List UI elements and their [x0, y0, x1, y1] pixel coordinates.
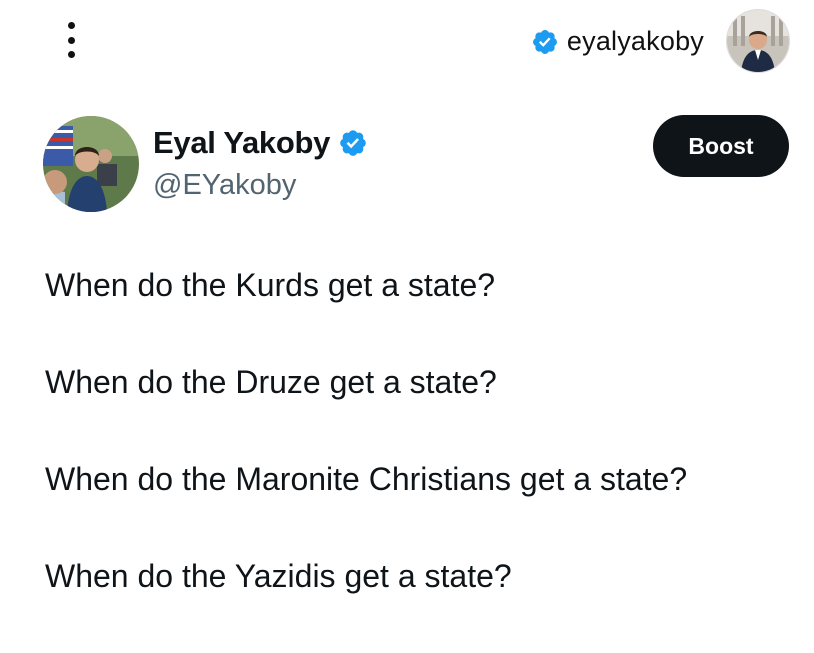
author-avatar[interactable] [43, 116, 139, 212]
menu-dot [67, 36, 75, 44]
boost-button[interactable]: Boost [653, 115, 789, 177]
author-name[interactable]: Eyal Yakoby [153, 125, 330, 161]
menu-dot [67, 22, 75, 29]
profile-avatar[interactable] [726, 9, 790, 73]
more-options-icon[interactable] [56, 18, 86, 62]
author-handle[interactable]: @EYakoby [153, 169, 368, 202]
account-indicator[interactable]: eyalyakoby [531, 26, 704, 57]
account-username: eyalyakoby [566, 26, 704, 56]
verified-badge-icon [340, 130, 366, 156]
tweet-text: When do the Kurds get a state? When do t… [45, 265, 805, 653]
author-name-row: Eyal Yakoby [153, 125, 368, 161]
tweet-line: When do the Druze get a state? [45, 364, 497, 400]
menu-dot [67, 51, 75, 58]
verified-badge-icon [532, 29, 557, 54]
avatar-image [727, 10, 789, 72]
tweet-line: When do the Yazidis get a state? [45, 558, 512, 594]
tweet-line: When do the Maronite Christians get a st… [45, 461, 688, 497]
author-info: Eyal Yakoby @EYakoby [153, 125, 368, 202]
tweet-line: When do the Kurds get a state? [45, 267, 496, 303]
author-avatar-image [43, 116, 139, 212]
